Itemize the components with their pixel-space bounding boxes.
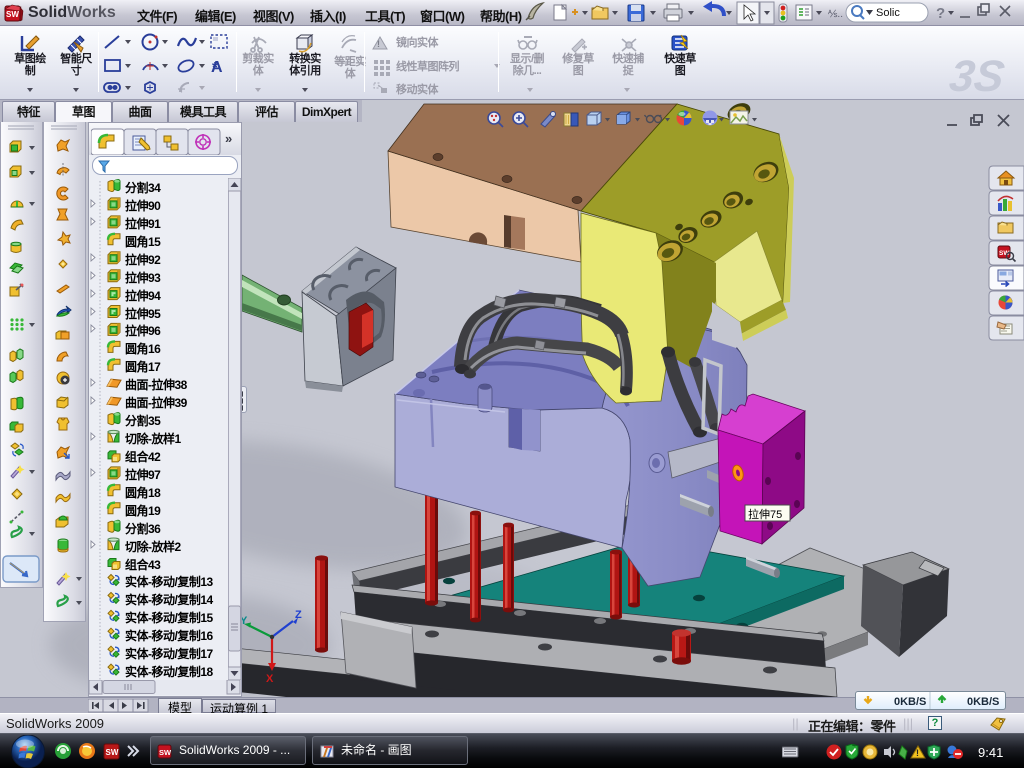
svg-text:0KB/S: 0KB/S — [894, 696, 926, 708]
svg-text:SW: SW — [106, 748, 119, 757]
svg-text:!: ! — [377, 39, 380, 49]
svg-text:SW: SW — [6, 10, 19, 19]
svg-text:0KB/S: 0KB/S — [967, 696, 999, 708]
svg-text:!: ! — [916, 748, 919, 758]
svg-text:SW: SW — [159, 748, 172, 757]
svg-text:?: ? — [936, 5, 945, 22]
svg-text:Solic: Solic — [876, 7, 900, 19]
svg-text:9:41: 9:41 — [978, 745, 1003, 760]
svg-text:⅍..: ⅍.. — [828, 9, 843, 20]
svg-text:Z: Z — [295, 609, 302, 621]
svg-text:X: X — [266, 673, 274, 685]
svg-text:*: * — [212, 59, 218, 76]
